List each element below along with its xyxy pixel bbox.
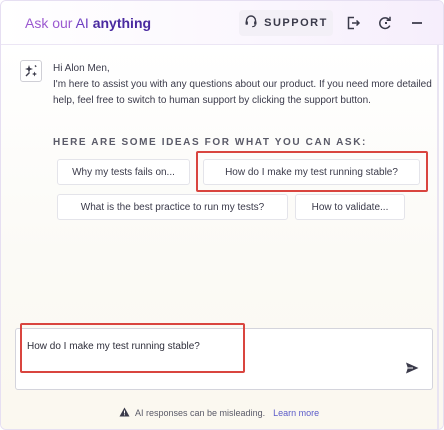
disclaimer-text: AI responses can be misleading. [135,408,266,418]
ai-chat-panel: Ask our AI anything SUPPORT Hi Alon Men,… [0,0,444,430]
headset-icon [244,14,258,33]
bot-message: Hi Alon Men, I'm here to assist you with… [53,61,433,109]
export-icon[interactable] [344,14,362,32]
support-label: SUPPORT [264,17,328,29]
greeting-line: Hi Alon Men, [53,63,110,74]
warning-icon [119,407,130,419]
message-input-value: How do I make my test running stable? [27,341,200,352]
title-ai: AI [75,15,89,31]
greeting-body: I'm here to assist you with any question… [53,79,432,106]
suggestion-chip[interactable]: What is the best practice to run my test… [57,194,288,220]
suggestion-chip[interactable]: How do I make my test running stable? [203,159,420,185]
suggestion-chip[interactable]: How to validate... [295,194,405,220]
chat-title: Ask our AI anything [25,15,151,31]
disclaimer: AI responses can be misleading. Learn mo… [119,407,319,419]
refresh-icon[interactable] [376,14,394,32]
send-icon [404,360,420,381]
chat-header: Ask our AI anything SUPPORT [1,1,443,45]
message-input[interactable] [15,328,433,390]
scrollbar-track[interactable] [437,45,439,429]
support-button[interactable]: SUPPORT [239,10,333,36]
minimize-icon[interactable] [408,14,426,32]
send-button[interactable] [399,357,425,383]
title-prefix: Ask our [25,15,76,31]
suggestion-chip[interactable]: Why my tests fails on... [57,159,190,185]
ideas-title: HERE ARE SOME IDEAS FOR WHAT YOU CAN ASK… [53,137,367,148]
ai-sparkle-icon [20,60,42,82]
learn-more-link[interactable]: Learn more [273,408,319,418]
title-suffix: anything [92,15,152,31]
